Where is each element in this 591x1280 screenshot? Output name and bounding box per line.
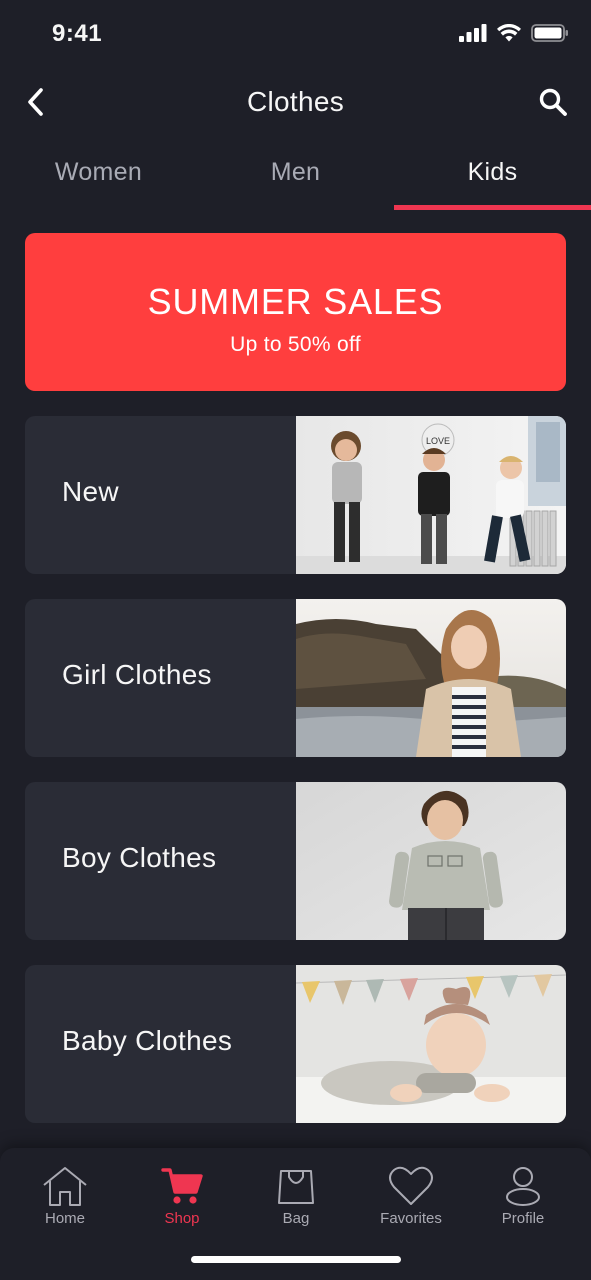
category-card-girl-clothes[interactable]: Girl Clothes — [25, 599, 566, 757]
nav-label: Favorites — [380, 1210, 442, 1227]
category-label: New — [62, 476, 119, 507]
status-bar: 9:41 — [0, 0, 591, 70]
status-time: 9:41 — [52, 20, 103, 47]
category-tabs: Women Men Kids — [0, 148, 591, 210]
nav-home[interactable]: Home — [15, 1164, 115, 1227]
home-icon — [43, 1167, 87, 1206]
cart-icon — [161, 1168, 203, 1204]
home-indicator — [191, 1256, 401, 1263]
page-title: Clothes — [246, 86, 345, 117]
nav-favorites[interactable]: Favorites — [361, 1164, 461, 1227]
nav-label: Profile — [501, 1210, 545, 1227]
tab-kids[interactable]: Kids — [394, 148, 591, 210]
tab-women[interactable]: Women — [0, 148, 197, 210]
search-button[interactable] — [533, 82, 573, 122]
signal-icon — [459, 24, 487, 42]
nav-profile[interactable]: Profile — [473, 1164, 573, 1227]
shop-screen: 9:41 Clothes Women Men Kids SUMMER SALES… — [0, 0, 591, 1280]
header: Clothes — [0, 72, 591, 132]
category-card-baby-clothes[interactable]: Baby Clothes — [25, 965, 566, 1123]
battery-icon — [531, 24, 568, 42]
search-icon — [539, 88, 567, 116]
nav-label: Shop — [164, 1210, 200, 1227]
girl-photo — [296, 599, 566, 757]
category-label: Boy Clothes — [62, 842, 217, 873]
boy-photo — [296, 782, 566, 940]
balloon-text: LOVE — [426, 436, 450, 446]
category-card-boy-clothes[interactable]: Boy Clothes — [25, 782, 566, 940]
status-icons — [459, 24, 569, 42]
nav-shop[interactable]: Shop — [132, 1164, 232, 1227]
baby-photo — [296, 965, 566, 1123]
nav-label: Bag — [282, 1210, 310, 1227]
tab-men[interactable]: Men — [197, 148, 394, 210]
category-label: Girl Clothes — [62, 659, 212, 690]
kids-group-photo: LOVE — [296, 416, 566, 574]
category-label: Baby Clothes — [62, 1025, 233, 1056]
summer-sales-banner[interactable]: SUMMER SALES Up to 50% off — [25, 233, 566, 391]
banner-title: SUMMER SALES — [147, 281, 444, 322]
nav-bag[interactable]: Bag — [246, 1164, 346, 1227]
banner-subtitle: Up to 50% off — [230, 333, 361, 356]
nav-label: Home — [44, 1210, 85, 1227]
wifi-icon — [497, 24, 521, 42]
category-card-new[interactable]: New LOVE — [25, 416, 566, 574]
bag-icon — [278, 1170, 314, 1204]
profile-icon — [506, 1167, 540, 1206]
heart-icon — [389, 1166, 433, 1205]
